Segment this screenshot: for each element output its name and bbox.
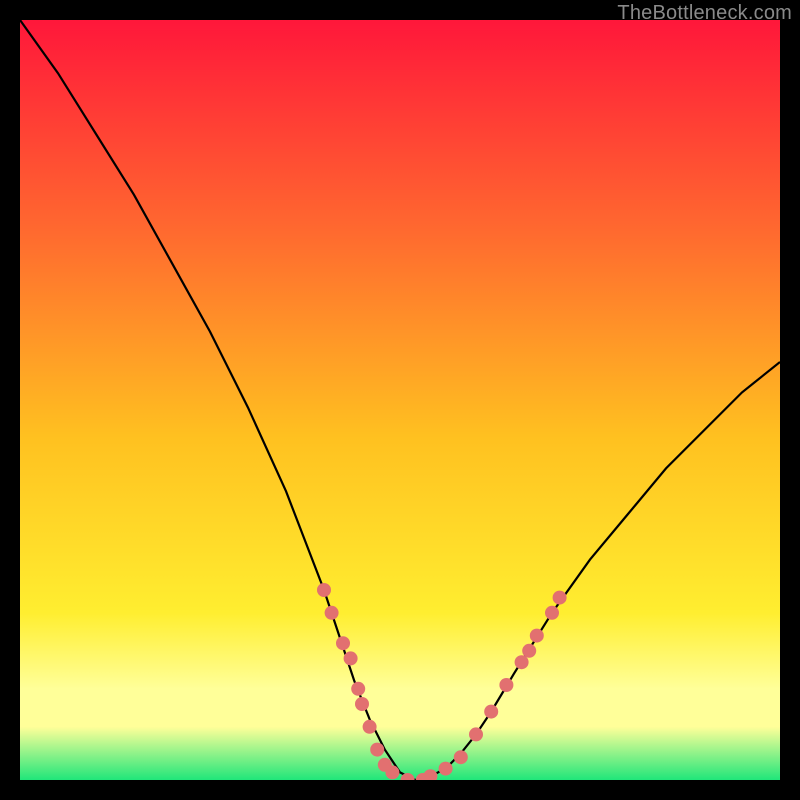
curve-marker xyxy=(454,750,468,764)
watermark-text: TheBottleneck.com xyxy=(617,2,792,25)
curve-marker xyxy=(469,727,483,741)
curve-marker xyxy=(317,583,331,597)
curve-marker xyxy=(522,644,536,658)
curve-marker xyxy=(484,705,498,719)
curve-marker xyxy=(530,629,544,643)
curve-marker xyxy=(553,591,567,605)
chart-frame: TheBottleneck.com xyxy=(0,0,800,800)
curve-marker xyxy=(351,682,365,696)
curve-marker xyxy=(385,765,399,779)
curve-marker xyxy=(545,606,559,620)
curve-marker xyxy=(363,720,377,734)
chart-svg xyxy=(20,20,780,780)
curve-marker xyxy=(499,678,513,692)
curve-marker xyxy=(336,636,350,650)
curve-marker xyxy=(355,697,369,711)
gradient-background xyxy=(20,20,780,780)
curve-marker xyxy=(344,651,358,665)
curve-marker xyxy=(439,762,453,776)
curve-marker xyxy=(515,655,529,669)
plot-area xyxy=(20,20,780,780)
curve-marker xyxy=(325,606,339,620)
curve-marker xyxy=(370,743,384,757)
